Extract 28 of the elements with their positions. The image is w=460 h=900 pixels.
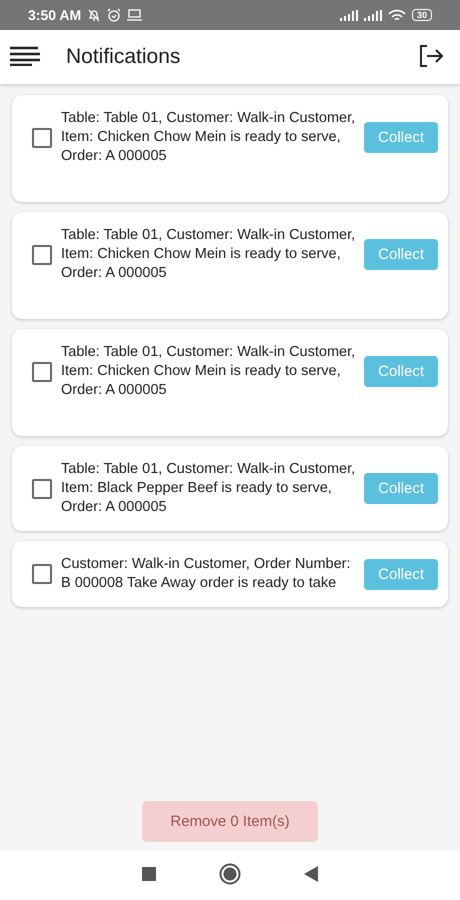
back-button[interactable] — [304, 866, 318, 884]
notification-text: Table: Table 01, Customer: Walk-in Customer, Item: Chicken Chow Mein is ready to serve, Order: A 000005 — [61, 226, 356, 283]
notification-text: Table: Table 01, Customer: Walk-in Customer, Item: Chicken Chow Mein is ready to serve, Order: A 000005 — [61, 109, 356, 166]
alarm-icon — [107, 8, 122, 22]
home-button[interactable] — [218, 862, 241, 888]
collect-button[interactable]: Collect — [364, 239, 438, 270]
notification-text: Table: Table 01, Customer: Walk-in Customer, Item: Chicken Chow Mein is ready to serve, Order: A 000005 — [61, 343, 356, 400]
checkbox[interactable] — [32, 362, 52, 382]
recents-button[interactable] — [142, 866, 156, 884]
wifi-icon — [388, 8, 406, 22]
checkbox[interactable] — [32, 244, 52, 264]
notification-text: Table: Table 01, Customer: Walk-in Customer, Item: Black Pepper Beef is ready to serve, Order: A 000005 — [61, 460, 356, 517]
notification-text: Customer: Walk-in Customer, Order Number: B 000008 Take Away order is ready to take — [61, 555, 352, 593]
collect-button[interactable]: Collect — [364, 356, 438, 387]
collect-button[interactable]: Collect — [364, 122, 438, 153]
checkbox[interactable] — [32, 478, 52, 498]
signal-icon — [364, 10, 382, 20]
menu-button[interactable] — [10, 46, 40, 68]
signal-icon — [340, 10, 358, 20]
bell-off-icon — [87, 8, 102, 22]
page-title: Notifications — [66, 45, 182, 69]
laptop-icon — [127, 9, 142, 21]
clock: 3:50 AM — [28, 7, 82, 23]
battery-level: 30 — [412, 9, 432, 21]
checkbox[interactable] — [32, 564, 52, 584]
collect-button[interactable]: Collect — [364, 473, 438, 504]
collect-button[interactable]: Collect — [364, 558, 438, 590]
checkbox[interactable] — [32, 128, 52, 148]
